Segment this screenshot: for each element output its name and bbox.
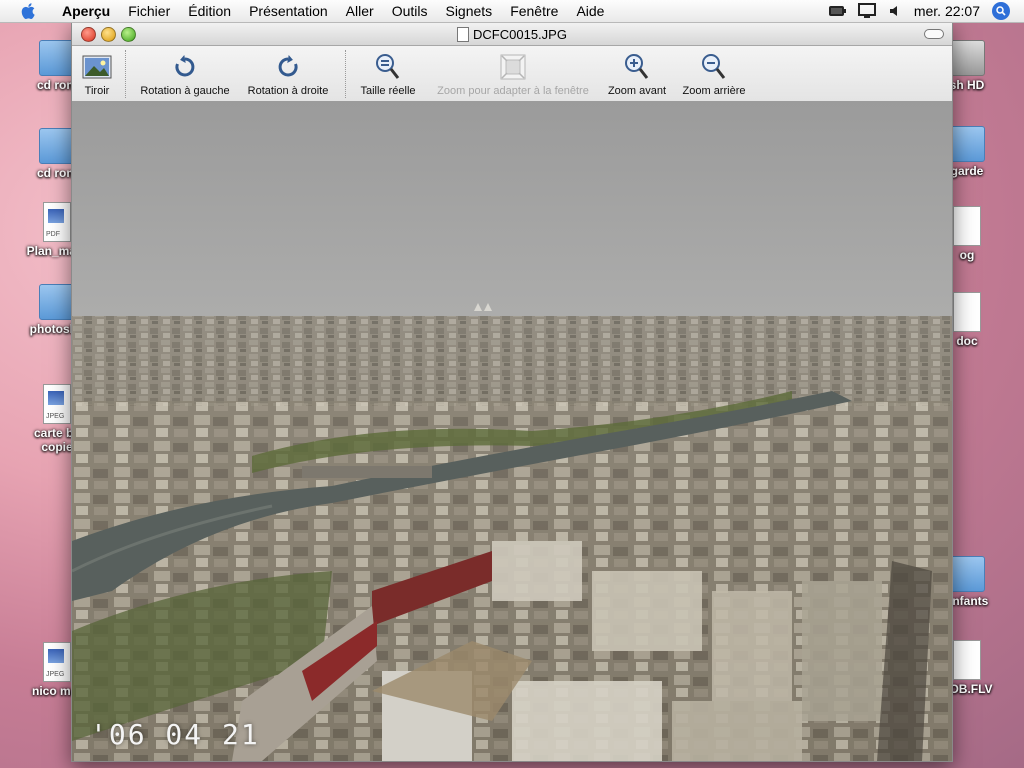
- battery-icon[interactable]: [828, 5, 846, 17]
- menu-edition[interactable]: Édition: [179, 3, 240, 19]
- toolbar-separator: [345, 50, 346, 98]
- actual-size-label: Taille réelle: [360, 85, 416, 97]
- toolbar: Tiroir Rotation à gauche Rotation à droi…: [72, 46, 952, 102]
- zoom-to-fit-label: Zoom pour adapter à la fenêtre: [437, 85, 589, 97]
- drawer-button[interactable]: Tiroir: [78, 52, 116, 97]
- hard-drive-icon: [949, 40, 985, 76]
- minimize-button[interactable]: [101, 27, 116, 42]
- photo-view[interactable]: '06 04 21: [72, 101, 952, 761]
- toolbar-separator: [125, 50, 126, 98]
- rotate-left-icon: [175, 55, 195, 77]
- rotate-right-button[interactable]: Rotation à droite: [240, 52, 336, 97]
- display-icon[interactable]: [857, 3, 876, 19]
- apple-menu-icon[interactable]: [21, 3, 35, 19]
- menu-signets[interactable]: Signets: [436, 3, 501, 19]
- menu-aide[interactable]: Aide: [567, 3, 613, 19]
- file-icon: [953, 292, 981, 332]
- document-proxy-icon[interactable]: [457, 26, 470, 42]
- rotate-left-button[interactable]: Rotation à gauche: [135, 52, 235, 97]
- zoom-to-fit-button[interactable]: Zoom pour adapter à la fenêtre: [428, 52, 598, 97]
- close-button[interactable]: [81, 27, 96, 42]
- zoom-in-button[interactable]: Zoom avant: [604, 52, 670, 97]
- menu-presentation[interactable]: Présentation: [240, 3, 337, 19]
- zoom-button[interactable]: [121, 27, 136, 42]
- zoom-out-icon: [702, 54, 726, 79]
- folder-icon: [949, 126, 985, 162]
- folder-icon: [39, 128, 75, 164]
- zoom-out-button[interactable]: Zoom arrière: [678, 52, 750, 97]
- menubar-clock[interactable]: mer. 22:07: [914, 3, 980, 19]
- folder-icon: [949, 556, 985, 592]
- photo-date-stamp: '06 04 21: [90, 718, 260, 751]
- rotate-right-icon: [278, 55, 298, 77]
- folder-icon: [39, 284, 75, 320]
- volume-icon[interactable]: [888, 4, 902, 18]
- zoom-in-icon: [625, 54, 649, 79]
- zoom-out-label: Zoom arrière: [682, 85, 746, 97]
- zoom-to-fit-icon: [500, 54, 526, 80]
- zoom-in-label: Zoom avant: [607, 85, 667, 97]
- jpeg-file-icon: JPEG: [43, 642, 71, 682]
- drawer-icon: [82, 55, 112, 79]
- folder-icon: [39, 40, 75, 76]
- menu-app-name[interactable]: Aperçu: [53, 3, 119, 19]
- city-photo: [72, 101, 952, 761]
- pdf-file-icon: PDF: [43, 202, 71, 242]
- preview-window: DCFC0015.JPG Tiroir Rotation à gauche Ro…: [71, 22, 953, 762]
- menu-fichier[interactable]: Fichier: [119, 3, 179, 19]
- window-title: DCFC0015.JPG: [473, 26, 567, 42]
- menu-outils[interactable]: Outils: [383, 3, 437, 19]
- menu-aller[interactable]: Aller: [337, 3, 383, 19]
- file-icon: [953, 206, 981, 246]
- actual-size-button[interactable]: Taille réelle: [355, 52, 421, 97]
- actual-size-icon: [376, 54, 400, 79]
- jpeg-file-icon: JPEG: [43, 384, 71, 424]
- rotate-right-label: Rotation à droite: [247, 85, 329, 97]
- spotlight-icon[interactable]: [992, 2, 1010, 20]
- drawer-label: Tiroir: [84, 85, 110, 97]
- toolbar-toggle-button[interactable]: [924, 29, 944, 39]
- menu-fenetre[interactable]: Fenêtre: [501, 3, 567, 19]
- file-icon: [953, 640, 981, 680]
- window-titlebar[interactable]: DCFC0015.JPG: [72, 23, 952, 46]
- rotate-left-label: Rotation à gauche: [140, 85, 230, 97]
- menu-bar: Aperçu Fichier Édition Présentation Alle…: [0, 0, 1024, 23]
